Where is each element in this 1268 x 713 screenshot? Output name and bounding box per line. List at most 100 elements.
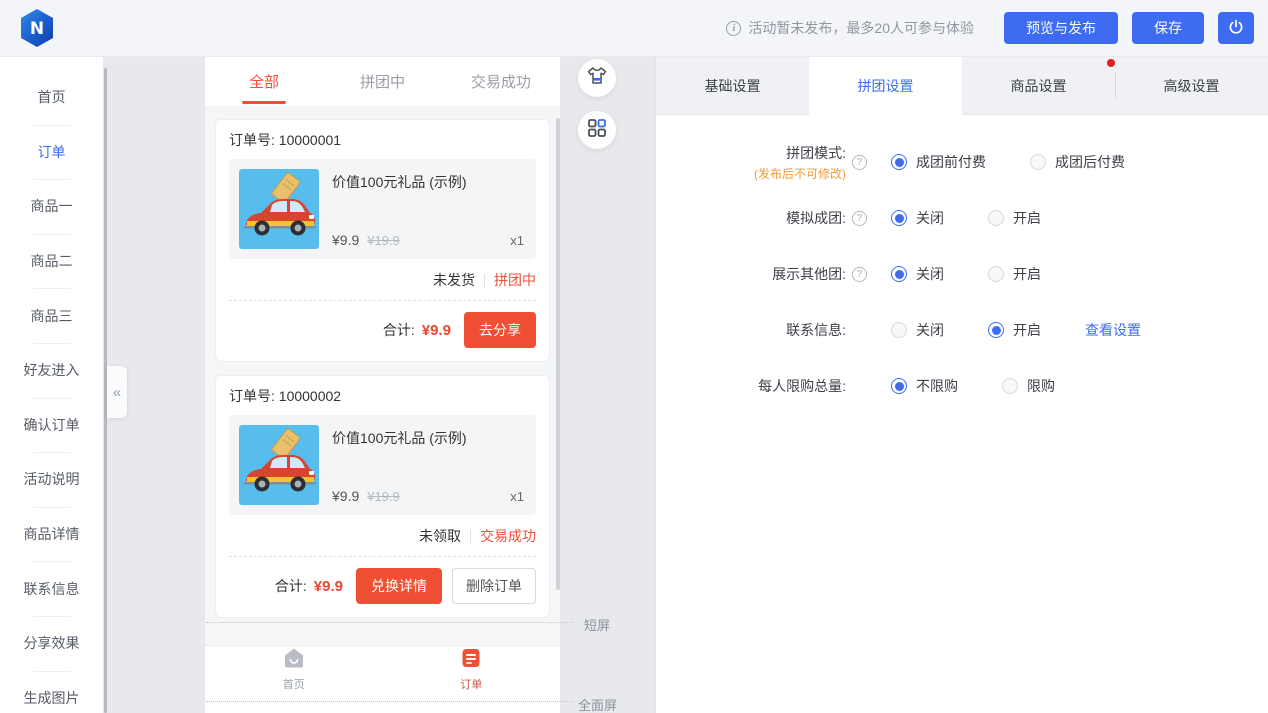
radio-group: 不限购 限购 (891, 376, 1099, 396)
deal-status: 拼团中 (494, 270, 536, 290)
total-amount: ¥9.9 (314, 578, 343, 595)
product-row[interactable]: 价值100元礼品 (示例) ¥9.9 ¥19.9 x1 (229, 415, 536, 515)
product-price: ¥9.9 (332, 488, 359, 504)
radio-pay-after-group[interactable]: 成团后付费 (1030, 152, 1125, 172)
radio-icon (891, 322, 907, 338)
redeem-detail-button[interactable]: 兑换详情 (356, 568, 442, 604)
tab-basic-settings[interactable]: 基础设置 (656, 57, 809, 115)
home-icon (282, 646, 306, 675)
radio-on[interactable]: 开启 (988, 264, 1041, 284)
group-settings-form: 拼团模式: (发布后不可修改) 成团前付费 成团后付费 模拟成团: (656, 115, 1268, 407)
total-label: 合计: (383, 320, 415, 340)
total-amount: ¥9.9 (422, 322, 451, 339)
product-original-price: ¥19.9 (367, 489, 400, 504)
product-info: 价值100元礼品 (示例) ¥9.9 ¥19.9 x1 (332, 169, 526, 249)
preview-scrollbar[interactable] (556, 118, 560, 590)
svg-text:N: N (30, 19, 44, 39)
help-icon[interactable] (852, 211, 867, 226)
row-label: 拼团模式: (发布后不可修改) (656, 143, 846, 182)
form-row-group-mode: 拼团模式: (发布后不可修改) 成团前付费 成团后付费 (656, 141, 1268, 183)
radio-on[interactable]: 开启 (988, 320, 1041, 340)
order-list: 订单号: 10000001 (205, 107, 560, 618)
product-info: 价值100元礼品 (示例) ¥9.9 ¥19.9 x1 (332, 425, 526, 505)
product-image (239, 425, 319, 505)
app-root: N 活动暂未发布，最多20人可参与体验 预览与发布 保存 首页 订单 商品一 商… (0, 0, 1268, 713)
tab-product-settings[interactable]: 商品设置 (962, 57, 1115, 115)
power-button[interactable] (1218, 12, 1254, 44)
notice-text: 活动暂未发布，最多20人可参与体验 (748, 18, 974, 38)
sidebar-item-share-effect[interactable]: 分享效果 (0, 616, 103, 671)
radio-group: 关闭 开启 (891, 264, 1085, 284)
radio-group: 关闭 开启 (891, 208, 1085, 228)
radio-icon (988, 266, 1004, 282)
order-card-footer: 合计: ¥9.9 去分享 (216, 301, 549, 361)
page-sidebar: 首页 订单 商品一 商品二 商品三 好友进入 确认订单 活动说明 商品详情 联系… (0, 57, 103, 713)
sidebar-collapse-button[interactable]: « (107, 366, 127, 418)
delete-order-button[interactable]: 删除订单 (452, 568, 536, 604)
view-settings-link[interactable]: 查看设置 (1085, 320, 1141, 340)
radio-no-limit[interactable]: 不限购 (891, 376, 958, 396)
tab-all[interactable]: 全部 (205, 57, 323, 106)
sidebar-item-product1[interactable]: 商品一 (0, 179, 103, 234)
radio-off[interactable]: 关闭 (891, 208, 944, 228)
form-row-contact-info: 联系信息: 关闭 开启 查看设置 (656, 309, 1268, 351)
order-number: 订单号: 10000002 (216, 376, 549, 415)
sidebar-item-home[interactable]: 首页 (0, 70, 103, 125)
product-row[interactable]: 价值100元礼品 (示例) ¥9.9 ¥19.9 x1 (229, 159, 536, 259)
sidebar-item-activity-info[interactable]: 活动说明 (0, 452, 103, 507)
publish-status-notice: 活动暂未发布，最多20人可参与体验 (726, 18, 974, 38)
radio-icon (988, 322, 1004, 338)
sidebar-item-friend-entry[interactable]: 好友进入 (0, 343, 103, 398)
radio-on[interactable]: 开启 (988, 208, 1041, 228)
sidebar-item-contact-info[interactable]: 联系信息 (0, 561, 103, 616)
tab-deal-success[interactable]: 交易成功 (442, 57, 560, 106)
total-label: 合计: (275, 576, 307, 596)
tab-advanced-settings[interactable]: 高级设置 (1115, 57, 1268, 115)
radio-off[interactable]: 关闭 (891, 264, 944, 284)
save-button[interactable]: 保存 (1132, 12, 1204, 44)
share-button[interactable]: 去分享 (464, 312, 536, 348)
short-screen-marker-line (206, 622, 574, 623)
tshirt-icon (586, 65, 608, 92)
tab-group-settings[interactable]: 拼团设置 (809, 57, 962, 115)
layout-components-button[interactable] (578, 111, 616, 149)
radio-icon (891, 154, 907, 170)
status-divider (470, 530, 471, 543)
sidebar-item-confirm-order[interactable]: 确认订单 (0, 398, 103, 453)
tabbar-label: 订单 (460, 676, 482, 692)
short-screen-label: 短屏 (584, 615, 610, 634)
top-bar: N 活动暂未发布，最多20人可参与体验 预览与发布 保存 (0, 0, 1268, 57)
radio-limit[interactable]: 限购 (1002, 376, 1055, 396)
radio-off[interactable]: 关闭 (891, 320, 944, 340)
product-price: ¥9.9 (332, 232, 359, 248)
theme-style-button[interactable] (578, 59, 616, 97)
order-icon (459, 646, 483, 675)
phone-preview: 全部 拼团中 交易成功 订单号: 10000001 (205, 57, 560, 713)
radio-icon (1002, 378, 1018, 394)
phone-bottom-area: 首页 订单 (205, 645, 560, 713)
order-status-tabs: 全部 拼团中 交易成功 (205, 57, 560, 107)
order-card-footer: 合计: ¥9.9 兑换详情 删除订单 (216, 557, 549, 617)
order-status-line: 未领取 交易成功 (216, 515, 549, 556)
tabbar-item-home[interactable]: 首页 (205, 646, 383, 691)
help-icon[interactable] (852, 155, 867, 170)
preview-publish-button[interactable]: 预览与发布 (1004, 12, 1118, 44)
tabbar-label: 首页 (283, 676, 305, 692)
tab-grouping[interactable]: 拼团中 (323, 57, 441, 106)
radio-pay-before-group[interactable]: 成团前付费 (891, 152, 986, 172)
sidebar-item-orders[interactable]: 订单 (0, 125, 103, 180)
tabbar-item-orders[interactable]: 订单 (383, 646, 561, 691)
help-icon[interactable] (852, 267, 867, 282)
product-priceline: ¥9.9 ¥19.9 x1 (332, 488, 524, 504)
sidebar-item-product-detail[interactable]: 商品详情 (0, 507, 103, 562)
sidebar-item-product2[interactable]: 商品二 (0, 234, 103, 289)
row-sublabel: (发布后不可修改) (656, 165, 846, 182)
form-row-show-other-groups: 展示其他团: 关闭 开启 (656, 253, 1268, 295)
product-title: 价值100元礼品 (示例) (332, 172, 524, 192)
sidebar-item-product3[interactable]: 商品三 (0, 288, 103, 343)
grid-icon (586, 117, 608, 144)
radio-icon (1030, 154, 1046, 170)
order-card: 订单号: 10000001 (215, 119, 550, 362)
sidebar-item-generate-image[interactable]: 生成图片 (0, 671, 103, 713)
product-title: 价值100元礼品 (示例) (332, 428, 524, 448)
